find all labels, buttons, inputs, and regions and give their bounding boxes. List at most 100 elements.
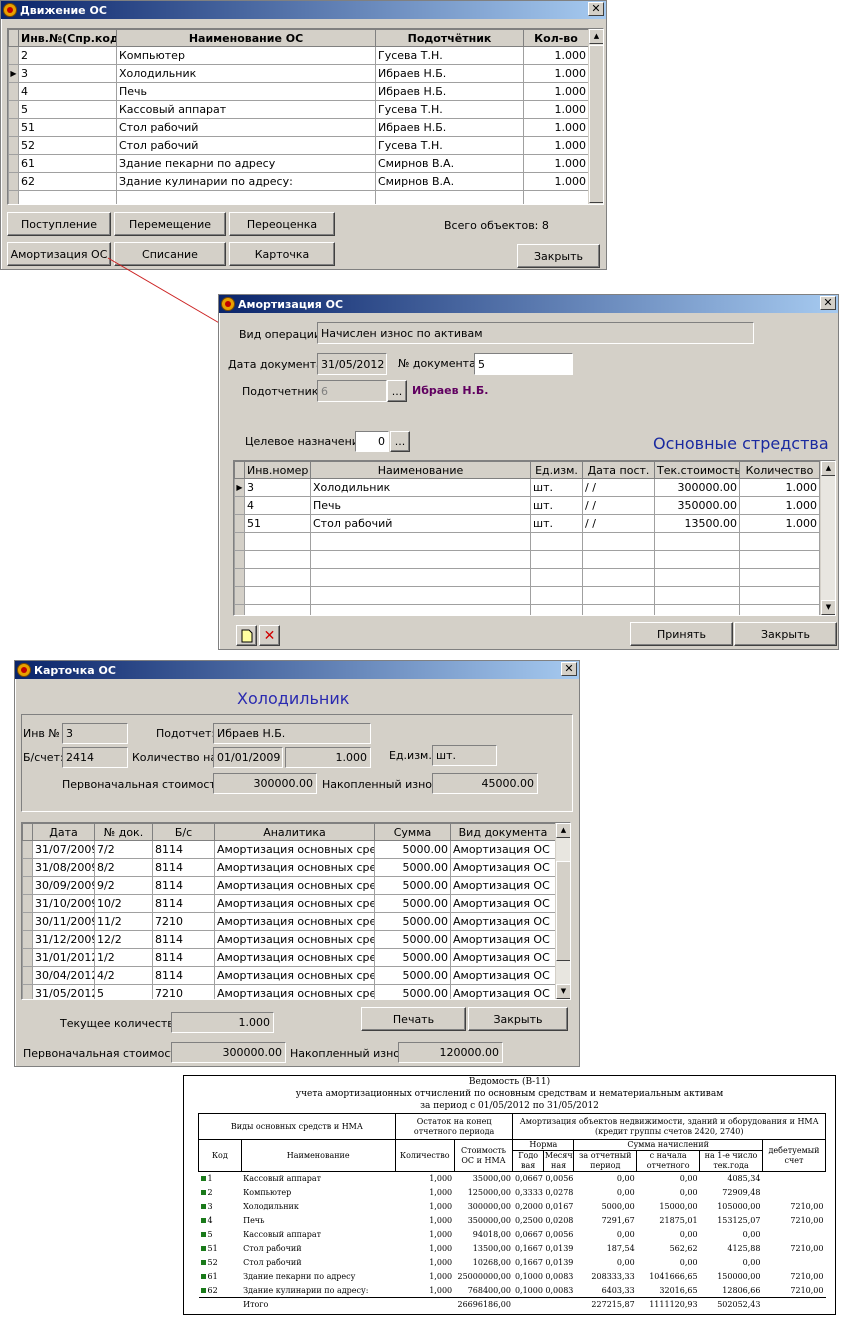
table-cell[interactable]: 52 [18,136,117,155]
row-indicator[interactable] [22,948,33,967]
table-cell[interactable]: Печь [116,82,376,101]
table-cell[interactable]: Амортизация основных средст [214,984,375,999]
table-row[interactable]: 61 Здание пекарни по адресу Смирнов В.А. 1.… [8,154,589,173]
table-cell[interactable]: 62 [18,172,117,191]
scroll-up-icon[interactable]: ▲ [821,461,835,476]
table-cell[interactable]: Компьютер [116,46,376,65]
table-cell[interactable]: шт. [530,514,583,533]
table-cell[interactable]: 4 [18,82,117,101]
doc-date-field[interactable]: 31/05/2012 [317,353,387,375]
table-cell[interactable]: Амортизация основных средст [214,840,375,859]
table-row[interactable]: 51 Стол рабочий Ибраев Н.Б. 1.000 [8,118,589,137]
table-row[interactable]: 31/08/2009 8/2 8114 Амортизация основных ср… [22,858,556,877]
table-cell[interactable]: 8114 [152,930,215,949]
row-indicator[interactable] [8,46,19,65]
scroll-thumb[interactable] [589,45,603,203]
table-cell[interactable]: Амортизация ОС [450,930,556,949]
table-cell[interactable]: 8/2 [94,858,153,877]
purpose-field[interactable]: 0 [355,431,389,452]
table-cell[interactable]: Гусева Т.Н. [375,46,524,65]
table-cell[interactable]: 8114 [152,858,215,877]
table-cell[interactable]: 8114 [152,894,215,913]
table-cell[interactable]: 5 [18,100,117,119]
row-indicator[interactable] [22,894,33,913]
table-cell[interactable]: 30/09/2009 [32,876,95,895]
table-cell[interactable]: 1.000 [523,136,589,155]
table-cell[interactable]: 5000.00 [374,912,451,931]
card-grid[interactable]: Дата № док. Б/с Аналитика Сумма Вид документа… [21,822,571,1000]
table-cell[interactable]: 11/2 [94,912,153,931]
row-indicator[interactable] [234,496,245,515]
table-row[interactable]: ▶ 3 Холодильник Ибраев Н.Б. 1.000 [8,64,589,83]
row-indicator[interactable] [22,930,33,949]
col-date[interactable]: Дата [32,823,95,841]
table-cell[interactable]: 30/04/2012 [32,966,95,985]
purpose-lookup-button[interactable]: ... [390,431,410,452]
table-cell[interactable]: 2 [18,46,117,65]
scroll-down-icon[interactable]: ▼ [821,600,835,615]
table-cell[interactable]: Амортизация ОС [450,966,556,985]
row-indicator[interactable] [234,514,245,533]
card-button[interactable]: Карточка [229,242,335,266]
table-row[interactable]: 31/12/2009 12/2 8114 Амортизация основных с… [22,930,556,949]
col-date[interactable]: Дата пост. [582,461,655,479]
table-cell[interactable]: 5000.00 [374,966,451,985]
table-cell[interactable]: 31/07/2009 [32,840,95,859]
table-cell[interactable]: Амортизация основных средст [214,876,375,895]
table-cell[interactable]: / / [582,478,655,497]
resp-field[interactable]: Ибраев Н.Б. [213,723,371,744]
table-cell[interactable]: 31/01/2012 [32,948,95,967]
assets-scrollbar[interactable]: ▲ ▼ [820,461,835,615]
assets-grid[interactable]: Инв.номер Наименование Ед.изм. Дата пост. Те… [233,460,836,616]
table-cell[interactable]: 8114 [152,876,215,895]
table-cell[interactable]: Амортизация основных средст [214,858,375,877]
table-cell[interactable]: 1.000 [523,64,589,83]
print-button[interactable]: Печать [361,1007,466,1031]
table-cell[interactable]: 1.000 [739,514,820,533]
table-cell[interactable]: Кассовый аппарат [116,100,376,119]
table-cell[interactable]: Гусева Т.Н. [375,100,524,119]
col-sum[interactable]: Сумма [374,823,451,841]
table-cell[interactable]: Стол рабочий [310,514,531,533]
amortization-titlebar[interactable]: Амортизация ОС ✕ [219,295,838,313]
table-row[interactable]: 30/11/2009 11/2 7210 Амортизация основных с… [22,912,556,931]
table-cell[interactable]: 5000.00 [374,930,451,949]
table-cell[interactable]: 5000.00 [374,984,451,999]
row-indicator[interactable] [8,154,19,173]
table-cell[interactable]: 1.000 [523,82,589,101]
qty-field[interactable]: 1.000 [285,747,371,768]
row-indicator[interactable] [8,118,19,137]
table-cell[interactable]: Здание кулинарии по адресу: [116,172,376,191]
row-indicator[interactable] [8,136,19,155]
responsible-lookup-button[interactable]: ... [387,380,407,402]
movement-titlebar[interactable]: Движение ОС ✕ [1,1,606,19]
table-cell[interactable]: Стол рабочий [116,118,376,137]
table-row[interactable]: 4 Печь шт. / /350000.00 1.000 [234,496,820,515]
col-unit[interactable]: Ед.изм. [530,461,583,479]
receipt-button[interactable]: Поступление [7,212,111,236]
table-row[interactable]: 31/01/2012 1/2 8114 Амортизация основных ср… [22,948,556,967]
table-cell[interactable]: 51 [244,514,311,533]
row-indicator[interactable]: ▶ [8,64,19,83]
row-indicator[interactable] [22,984,33,999]
table-cell[interactable]: Стол рабочий [116,136,376,155]
card-close-button[interactable]: Закрыть [468,1007,568,1031]
table-cell[interactable]: 1.000 [523,154,589,173]
table-row[interactable]: ▶ 3 Холодильник шт. / /300000.00 1.000 [234,478,820,497]
qty-date-field[interactable]: 01/01/2009 [213,747,283,768]
table-cell[interactable]: Холодильник [310,478,531,497]
current-qty-field[interactable]: 1.000 [171,1012,274,1033]
table-cell[interactable]: 1.000 [739,478,820,497]
table-row[interactable]: 52 Стол рабочий Гусева Т.Н. 1.000 [8,136,589,155]
table-cell[interactable]: Амортизация основных средст [214,894,375,913]
table-cell[interactable]: 350000.00 [654,496,740,515]
table-row[interactable]: 51 Стол рабочий шт. / /13500.00 1.000 [234,514,820,533]
table-row[interactable]: 4 Печь Ибраев Н.Б. 1.000 [8,82,589,101]
inv-field[interactable]: 3 [62,723,128,744]
table-cell[interactable]: Холодильник [116,64,376,83]
table-cell[interactable]: 5000.00 [374,948,451,967]
table-cell[interactable]: / / [582,496,655,515]
writeoff-button[interactable]: Списание [114,242,226,266]
scroll-up-icon[interactable]: ▲ [556,823,570,838]
table-cell[interactable]: 1.000 [739,496,820,515]
